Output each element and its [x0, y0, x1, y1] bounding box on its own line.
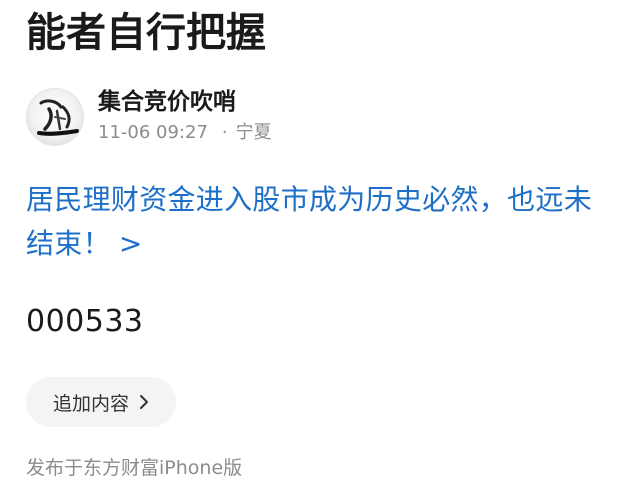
post-time: 11-06 09:27	[98, 122, 208, 143]
author-avatar[interactable]	[26, 88, 84, 146]
add-content-label: 追加内容	[52, 392, 129, 415]
headline-link-arrow: >	[118, 227, 143, 260]
meta-separator: ·	[221, 122, 228, 143]
chevron-right-icon	[140, 395, 148, 409]
headline-link-text: 居民理财资金进入股市成为历史必然，也远未结束！	[26, 183, 593, 260]
stock-code[interactable]: 000533	[26, 300, 144, 344]
source-footer: 发布于东方财富iPhone版	[26, 457, 243, 479]
post-meta: 11-06 09:27 · 宁夏	[98, 122, 272, 144]
author-row: 集合竞价吹哨 11-06 09:27 · 宁夏	[26, 88, 272, 148]
post-title: 能者自行把握	[26, 10, 266, 56]
author-name[interactable]: 集合竞价吹哨	[98, 88, 272, 116]
post-location: 宁夏	[235, 122, 272, 143]
headline-link[interactable]: 居民理财资金进入股市成为历史必然，也远未结束！ >	[26, 178, 606, 266]
calligraphy-avatar-icon	[37, 99, 79, 136]
author-meta: 集合竞价吹哨 11-06 09:27 · 宁夏	[98, 88, 272, 144]
add-content-button[interactable]: 追加内容	[26, 377, 176, 427]
